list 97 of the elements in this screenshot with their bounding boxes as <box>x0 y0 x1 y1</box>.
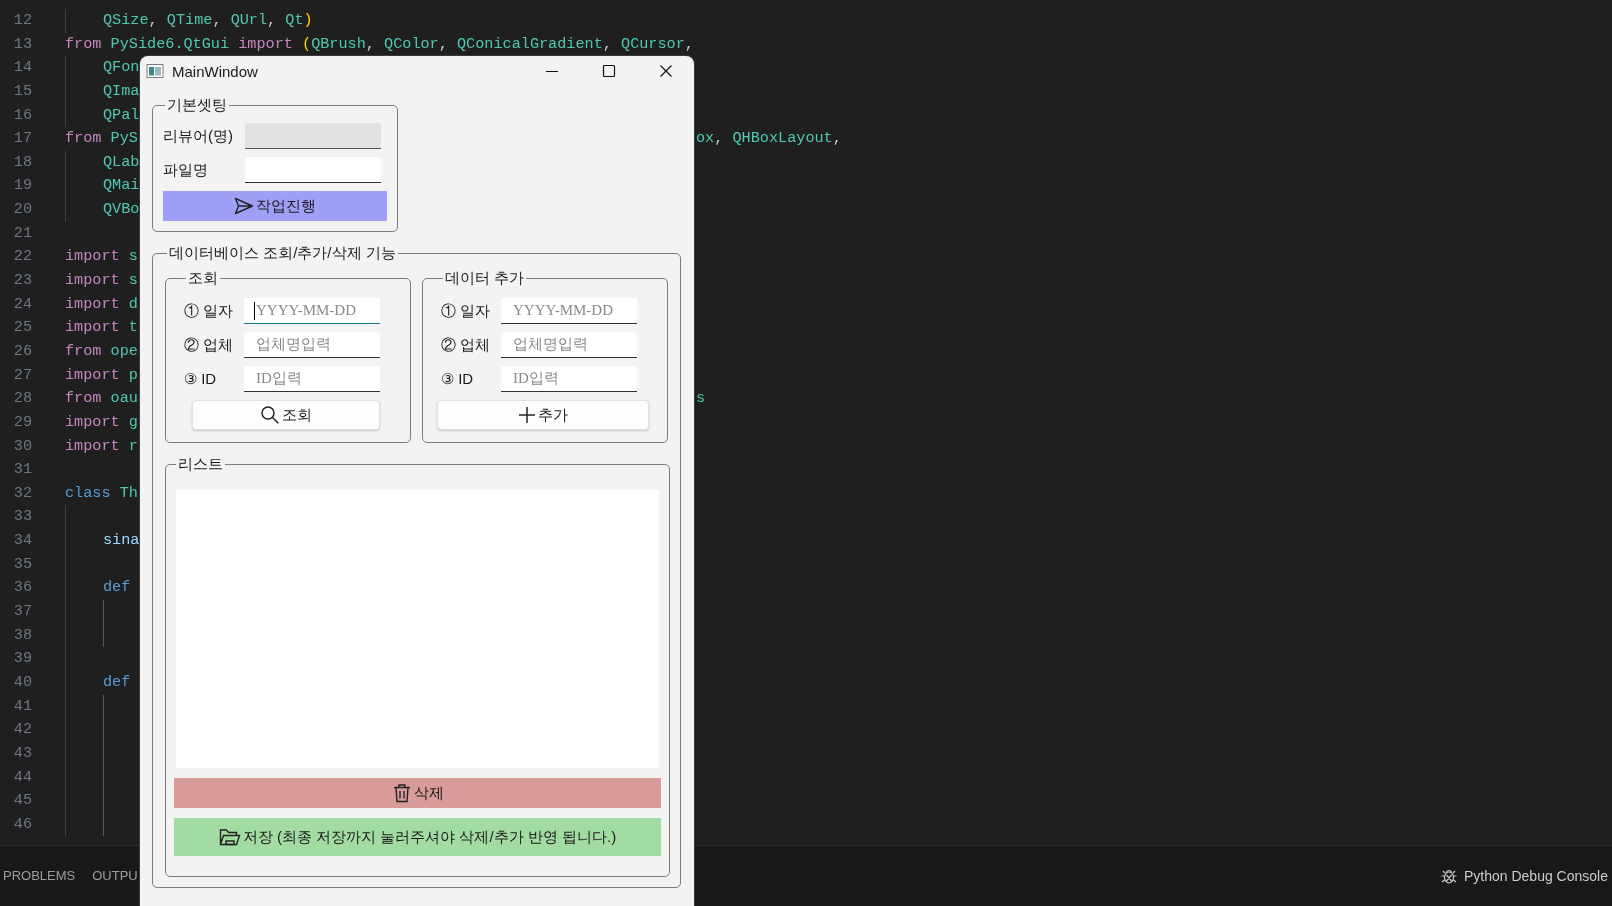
group-title: 기본셋팅 <box>167 96 227 113</box>
close-icon[interactable] <box>658 64 673 78</box>
line-number: 15 <box>12 80 32 102</box>
send-icon <box>234 197 254 215</box>
line-number: 17 <box>12 128 32 150</box>
line-number: 36 <box>12 577 32 599</box>
code-text: import d <box>65 293 138 315</box>
line-number: 24 <box>12 293 32 315</box>
code-text: import r <box>65 435 138 457</box>
code-text: import s <box>65 246 138 268</box>
delete-button[interactable]: 삭제 <box>174 778 661 808</box>
run-button[interactable]: 작업진행 <box>163 191 387 221</box>
line-number: 44 <box>12 766 32 788</box>
folder-icon <box>218 827 241 847</box>
code-text: import p <box>65 364 138 386</box>
code-text: import g <box>65 411 138 433</box>
line-number: 14 <box>12 57 32 79</box>
line-number: 16 <box>12 104 32 126</box>
code-text: from oau <box>65 388 138 410</box>
save-button[interactable]: 저장 (최종 저장까지 눌러주셔야 삭제/추가 반영 됩니다.) <box>174 818 661 856</box>
search-button[interactable]: 조회 <box>192 400 380 430</box>
line-number: 40 <box>12 671 32 693</box>
field-label: ② 업체 <box>441 335 492 355</box>
bug-icon <box>1440 867 1458 885</box>
line-number: 35 <box>12 553 32 575</box>
input-field[interactable]: 업체명입력 <box>244 332 380 358</box>
code-text: QSize, QTime, QUrl, Qt) <box>103 10 313 31</box>
trash-icon <box>391 783 412 803</box>
window-title: MainWindow <box>172 62 259 80</box>
line-number: 39 <box>12 648 32 670</box>
status-text[interactable]: Python Debug Console <box>1464 868 1608 884</box>
line-number: 23 <box>12 270 32 292</box>
panel-tab[interactable]: PROBLEMS <box>3 864 76 888</box>
code-text: def <box>103 577 131 599</box>
field-label: ③ ID <box>184 370 218 388</box>
line-number: 26 <box>12 340 32 362</box>
line-number: 12 <box>12 10 32 31</box>
input-field[interactable] <box>245 157 381 183</box>
line-number: 42 <box>12 719 32 741</box>
line-number: 29 <box>12 411 32 433</box>
panel-tab[interactable]: OUTPU <box>92 864 138 888</box>
search-icon <box>260 405 280 425</box>
line-number: 19 <box>12 175 32 197</box>
maximize-icon[interactable] <box>601 64 616 78</box>
line-number: 30 <box>12 435 32 457</box>
code-text: class Th <box>65 482 138 504</box>
code-text: from PySide6.QtGui import (QBrush, QColor, QConicalGradient, QCursor, <box>65 33 694 55</box>
app-icon <box>146 63 164 79</box>
code-text: QMai <box>103 175 140 197</box>
line-number: 32 <box>12 482 32 504</box>
code-text: QIma <box>103 80 140 102</box>
field-label: ② 업체 <box>184 335 235 355</box>
line-number: 34 <box>12 530 32 552</box>
line-number: 31 <box>12 459 32 481</box>
code-text: from ope <box>65 340 138 362</box>
group-title: 데이터베이스 조회/추가/삭제 기능 <box>169 244 396 261</box>
line-number: 20 <box>12 199 32 221</box>
code-text: import s <box>65 270 138 292</box>
line-number: 43 <box>12 742 32 764</box>
code-text: def <box>103 671 131 693</box>
input-field[interactable]: ID입력 <box>244 366 380 392</box>
input-field[interactable]: ID입력 <box>501 366 637 392</box>
add-button[interactable]: 추가 <box>437 400 649 430</box>
input-field[interactable]: YYYY-MM-DD <box>244 298 380 324</box>
input-field[interactable]: YYYY-MM-DD <box>501 298 637 324</box>
line-number: 45 <box>12 790 32 812</box>
group-title: 데이터 추가 <box>445 269 525 286</box>
line-number: 38 <box>12 624 32 646</box>
code-text: sina <box>103 530 140 552</box>
code-text: s <box>696 388 706 410</box>
group-title: 리스트 <box>178 455 223 472</box>
line-number: 41 <box>12 695 32 717</box>
line-number: 28 <box>12 388 32 410</box>
code-text: import t <box>65 317 138 339</box>
code-text: QPal <box>103 104 140 126</box>
line-number: 33 <box>12 506 32 528</box>
field-label: ③ ID <box>441 370 475 388</box>
line-number: 13 <box>12 33 32 55</box>
input-field[interactable]: 업체명입력 <box>501 332 637 358</box>
code-text: ox, QHBoxLayout, <box>696 128 842 150</box>
group-title: 조회 <box>188 269 218 286</box>
line-number: 27 <box>12 364 32 386</box>
field-label: ① 일자 <box>441 301 492 321</box>
field-label: 파일명 <box>163 160 209 180</box>
code-text: QVBo <box>103 199 140 221</box>
line-number: 21 <box>12 222 32 244</box>
line-number: 18 <box>12 151 32 173</box>
line-number: 46 <box>12 813 32 835</box>
plus-icon <box>518 406 536 424</box>
line-number: 37 <box>12 601 32 622</box>
line-number: 25 <box>12 317 32 339</box>
field-label: ① 일자 <box>184 301 235 321</box>
field-label: 리뷰어(명) <box>163 126 234 146</box>
code-text: QLab <box>103 151 140 173</box>
code-text: QFon <box>103 57 140 79</box>
code-text: from PyS <box>65 128 138 150</box>
line-number: 22 <box>12 246 32 268</box>
